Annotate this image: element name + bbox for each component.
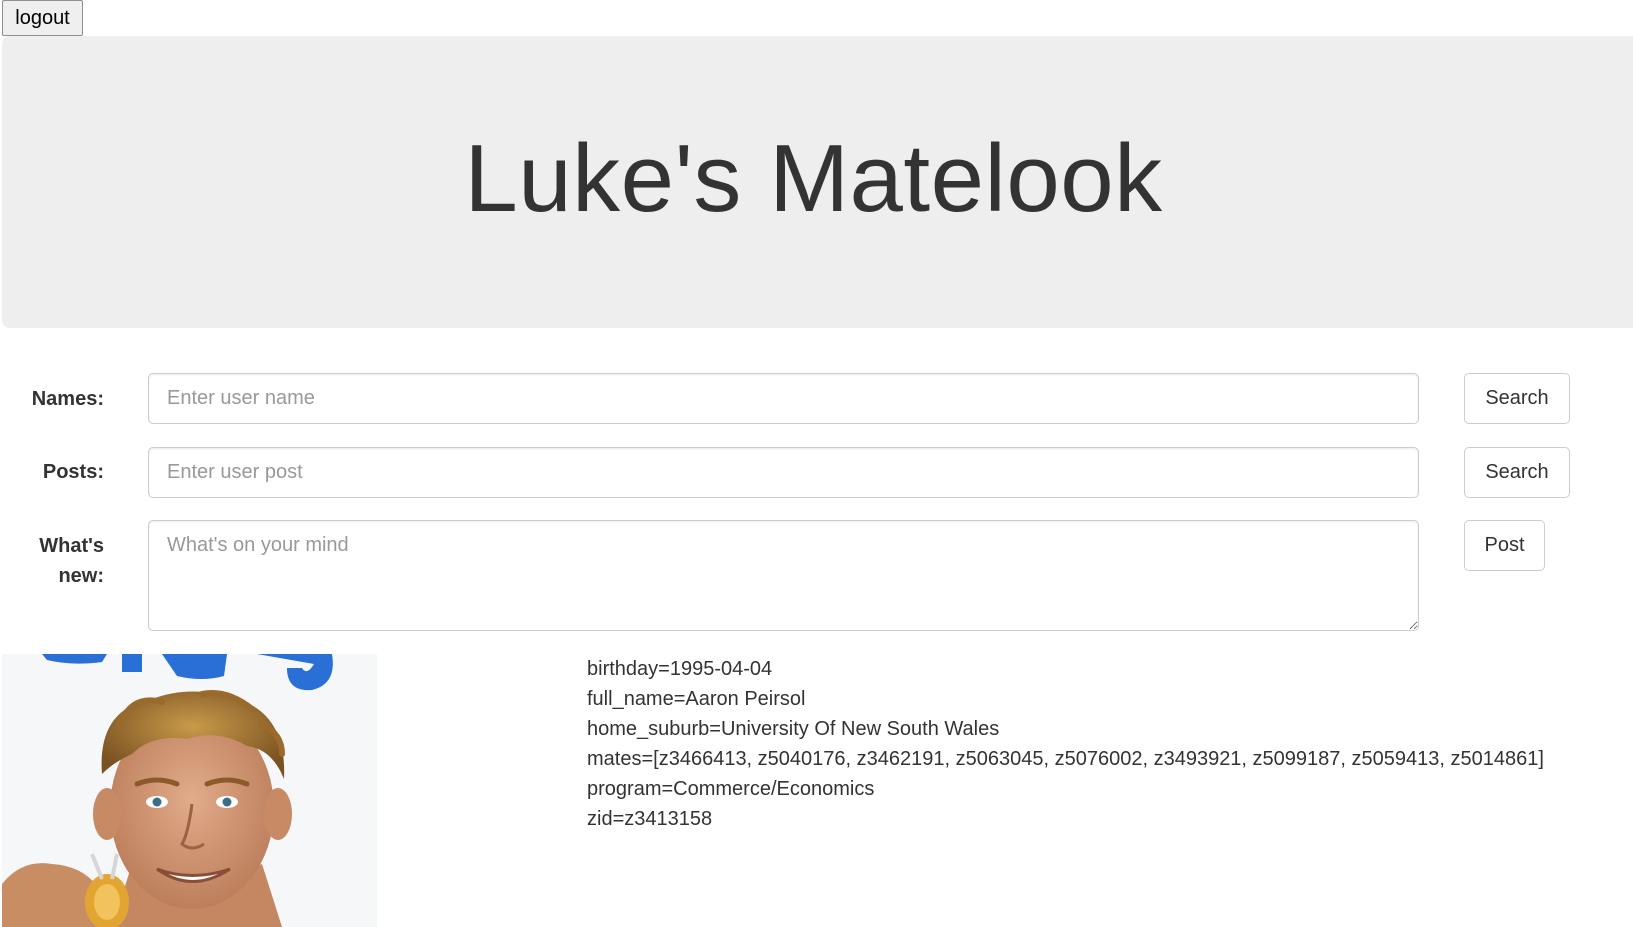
post-button[interactable]: Post [1464,520,1545,571]
post-search-button[interactable]: Search [1464,447,1570,498]
whats-new-label: What's new: [0,531,104,591]
profile-full-name: full_name=Aaron Peirsol [587,688,806,710]
name-search-button[interactable]: Search [1464,373,1570,424]
profile-photo-image [2,654,377,927]
names-label: Names: [31,388,104,410]
logout-button[interactable]: logout [2,0,83,36]
profile-mates: mates=[z3466413, z5040176, z3462191, z50… [587,748,1544,770]
profile-birthday: birthday=1995-04-04 [587,658,773,680]
profile-zid: zid=z3413158 [587,808,713,830]
name-search-input[interactable] [148,373,1419,424]
header-banner: Luke's Matelook [2,36,1633,328]
profile-details: birthday=1995-04-04 full_name=Aaron Peir… [587,654,1544,834]
new-post-textarea[interactable] [148,520,1419,631]
whats-new-label-line2: new: [58,565,104,587]
posts-label: Posts: [42,461,104,483]
profile-home-suburb: home_suburb=University Of New South Wale… [587,718,1000,740]
page-title: Luke's Matelook [464,125,1163,232]
profile-photo [2,654,377,927]
profile-program: program=Commerce/Economics [587,778,875,800]
whats-new-label-line1: What's [39,535,104,557]
post-search-input[interactable] [148,447,1419,498]
